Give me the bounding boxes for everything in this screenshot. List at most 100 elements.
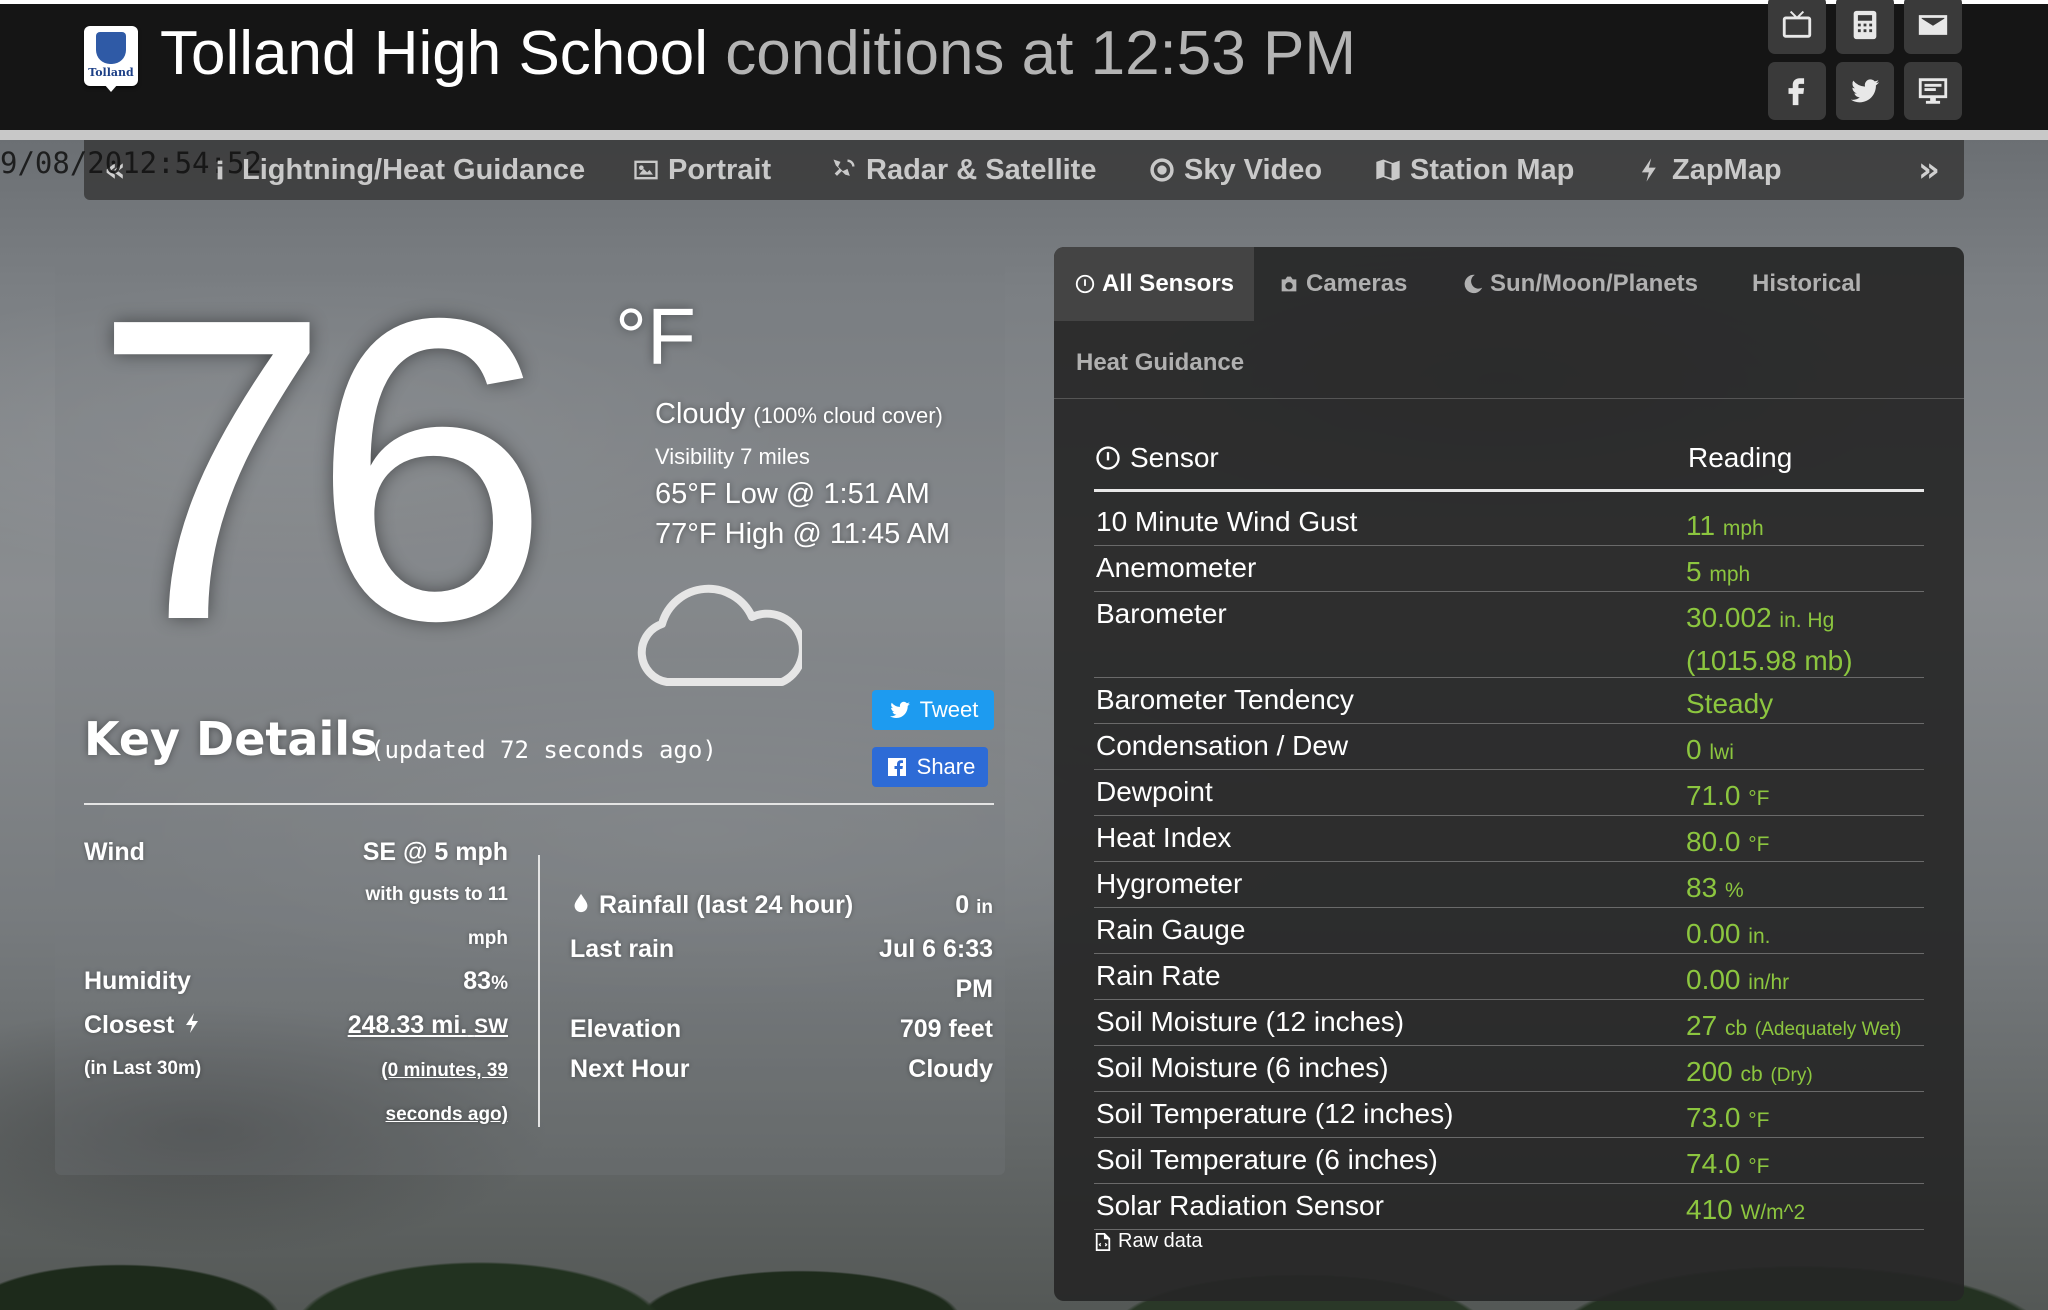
tab-all-sensors[interactable]: All Sensors — [1054, 247, 1254, 321]
conditions-time: conditions at 12:53 PM — [725, 19, 1356, 88]
sensor-row: Hygrometer 83 % — [1094, 862, 1924, 908]
reading-unit: % — [1724, 879, 1744, 902]
sensor-row: Solar Radiation Sensor 410 W/m^2 — [1094, 1184, 1924, 1230]
sensor-name: Dewpoint — [1096, 776, 1213, 807]
sensor-row: Soil Moisture (6 inches) 200 cb (Dry) — [1094, 1046, 1924, 1092]
nav-label: Portrait — [668, 153, 772, 186]
rainfall-unit: in — [976, 897, 993, 918]
sensor-reading: 71.0 °F — [1686, 776, 1770, 819]
nav-radar-satellite[interactable]: Radar & Satellite — [830, 140, 1096, 200]
nav-next-icon[interactable]: » — [1918, 140, 1940, 200]
sensor-name: Condensation / Dew — [1096, 730, 1349, 761]
nav-label: Station Map — [1410, 153, 1575, 186]
reading-value: 74.0 — [1686, 1148, 1741, 1179]
reading-value: 73.0 — [1686, 1102, 1741, 1133]
reading-value: 83 — [1686, 872, 1718, 903]
sensor-name: Soil Temperature (6 inches) — [1096, 1144, 1438, 1175]
tab-label: Heat Guidance — [1076, 349, 1245, 376]
tab-heat-guidance[interactable]: Heat Guidance — [1076, 326, 1244, 400]
sensor-reading: Steady — [1686, 684, 1773, 724]
sensor-name: Rain Gauge — [1096, 914, 1246, 945]
reading-value: 27 — [1686, 1010, 1718, 1041]
reading-value: 11 — [1686, 510, 1716, 541]
sensor-row: Soil Temperature (12 inches) 73.0 °F — [1094, 1092, 1924, 1138]
desktop-icon[interactable] — [1904, 62, 1962, 120]
sensor-name: Soil Moisture (6 inches) — [1096, 1052, 1389, 1083]
sensor-reading: 0.00 in. — [1686, 914, 1770, 957]
rainfall-value: 0 in — [955, 891, 993, 920]
last-rain-value-line1: Jul 6 6:33 — [879, 935, 993, 963]
wind-gust-line1: with gusts to 11 — [365, 884, 508, 905]
high-temperature: 77°F High @ 11:45 AM — [655, 518, 951, 550]
nav-label: Sky Video — [1184, 153, 1323, 186]
sensor-row: Anemometer 5 mph — [1094, 546, 1924, 592]
reading-unit: °F — [1748, 1155, 1770, 1178]
nav-zapmap[interactable]: ZapMap — [1636, 140, 1782, 200]
closest-ago-line2[interactable]: seconds ago) — [386, 1104, 508, 1126]
reading-note: (Adequately Wet) — [1754, 1019, 1902, 1040]
tweet-button[interactable]: Tweet — [872, 690, 994, 730]
reading-unit: cb — [1740, 1063, 1763, 1086]
tab-label: Sun/Moon/Planets — [1490, 270, 1699, 297]
reading-value: 71.0 — [1686, 780, 1741, 811]
next-hour-label: Next Hour — [570, 1055, 690, 1083]
school-logo[interactable]: Tolland — [84, 26, 138, 92]
calculator-icon[interactable] — [1836, 0, 1894, 54]
raw-data-label: Raw data — [1118, 1230, 1203, 1252]
tv-icon[interactable] — [1768, 0, 1826, 54]
nav-sky-video[interactable]: Sky Video — [1148, 140, 1322, 200]
gauge-icon — [1096, 446, 1120, 470]
sensor-name: Hygrometer — [1096, 868, 1243, 899]
raw-data-link[interactable]: Raw data — [1094, 1230, 1203, 1253]
tweet-label: Tweet — [919, 697, 979, 722]
sensor-reading: 83 % — [1686, 868, 1744, 911]
school-name: Tolland High School — [160, 19, 709, 88]
nav-portrait[interactable]: Portrait — [632, 140, 771, 200]
closest-lightning-link[interactable]: 248.33 mi. SW — [348, 1011, 508, 1040]
sensor-reading: 5 mph — [1686, 552, 1750, 595]
elevation-value: 709 feet — [899, 1015, 993, 1043]
twitter-icon — [889, 701, 910, 718]
reading-value: 410 — [1686, 1194, 1733, 1225]
page-title: Tolland High School conditions at 12:53 … — [160, 18, 1356, 90]
tab-sun-moon-planets[interactable]: Sun/Moon/Planets — [1462, 247, 1698, 321]
condition-label: Cloudy — [655, 398, 746, 430]
closest-ago-line1[interactable]: (0 minutes, 39 — [381, 1060, 508, 1082]
nav-station-map[interactable]: Station Map — [1374, 140, 1574, 200]
closest-label-text: Closest — [84, 1011, 175, 1039]
key-details-column-divider — [538, 855, 540, 1127]
crest-icon — [96, 32, 126, 64]
facebook-icon — [887, 758, 906, 776]
reading-note: (Dry) — [1770, 1065, 1813, 1086]
nav-lightning-heat[interactable]: Lightning/Heat Guidance — [206, 140, 585, 200]
moon-icon — [1464, 274, 1483, 294]
tab-cameras[interactable]: Cameras — [1278, 247, 1407, 321]
reading-unit: °F — [1748, 833, 1770, 856]
share-button[interactable]: Share — [872, 747, 988, 787]
tabs-divider — [1054, 398, 1964, 399]
key-details-updated: (updated 72 seconds ago) — [370, 736, 717, 764]
twitter-icon[interactable] — [1836, 62, 1894, 120]
gauge-icon — [1075, 274, 1095, 294]
sensor-name: Soil Moisture (12 inches) — [1096, 1006, 1405, 1037]
reading-unit: in. Hg — [1779, 609, 1835, 632]
envelope-icon[interactable] — [1904, 0, 1962, 54]
temperature-unit: °F — [615, 292, 696, 381]
nav-label: ZapMap — [1672, 153, 1782, 186]
sensor-row: Dewpoint 71.0 °F — [1094, 770, 1924, 816]
sensor-name: Barometer — [1096, 598, 1227, 629]
share-label: Share — [916, 754, 976, 779]
sensor-row: Rain Rate 0.00 in/hr — [1094, 954, 1924, 1000]
reading-unit: W/m^2 — [1740, 1201, 1806, 1224]
tab-historical[interactable]: Historical — [1752, 247, 1861, 321]
facebook-icon[interactable] — [1768, 62, 1826, 120]
sensor-header-label: Sensor — [1130, 442, 1219, 473]
key-details-title: Key Details — [84, 712, 378, 766]
document-icon — [1095, 1232, 1111, 1251]
nav-label: Lightning/Heat Guidance — [242, 153, 586, 186]
key-details-divider — [84, 803, 994, 805]
sensor-row: 10 Minute Wind Gust 11 mph — [1094, 500, 1924, 546]
visibility: Visibility 7 miles — [655, 444, 810, 469]
sensor-name: Rain Rate — [1096, 960, 1221, 991]
reading-value: 0.00 — [1686, 918, 1741, 949]
